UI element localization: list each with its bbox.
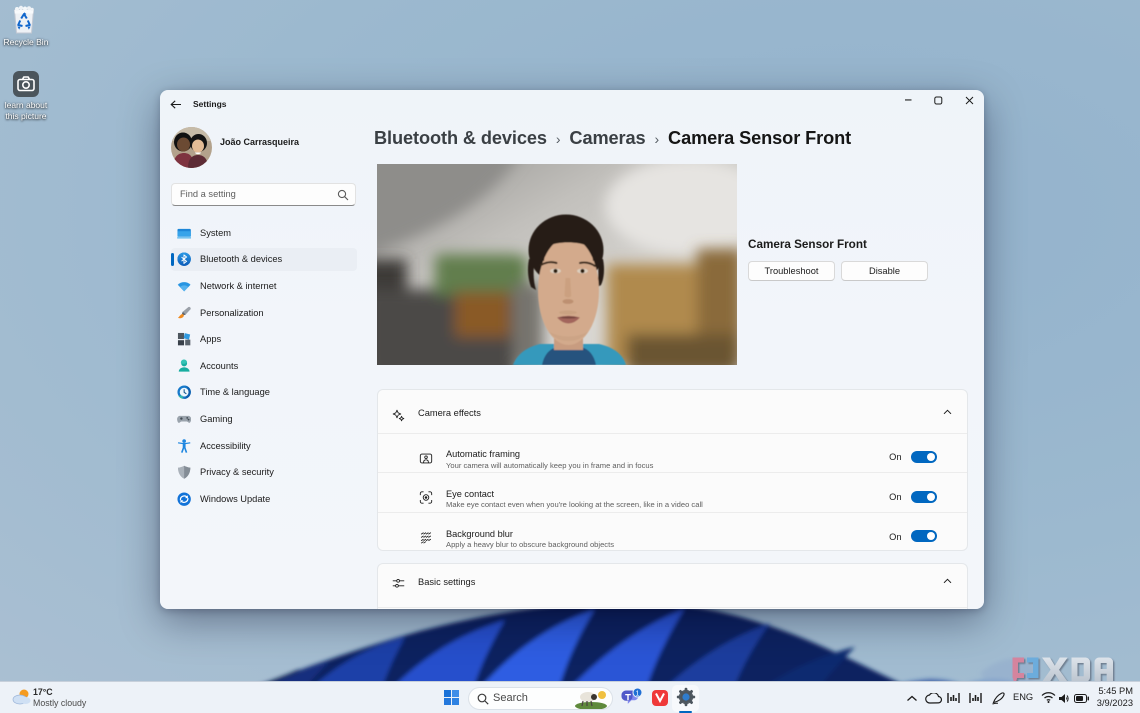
svg-text:1: 1: [636, 691, 640, 698]
